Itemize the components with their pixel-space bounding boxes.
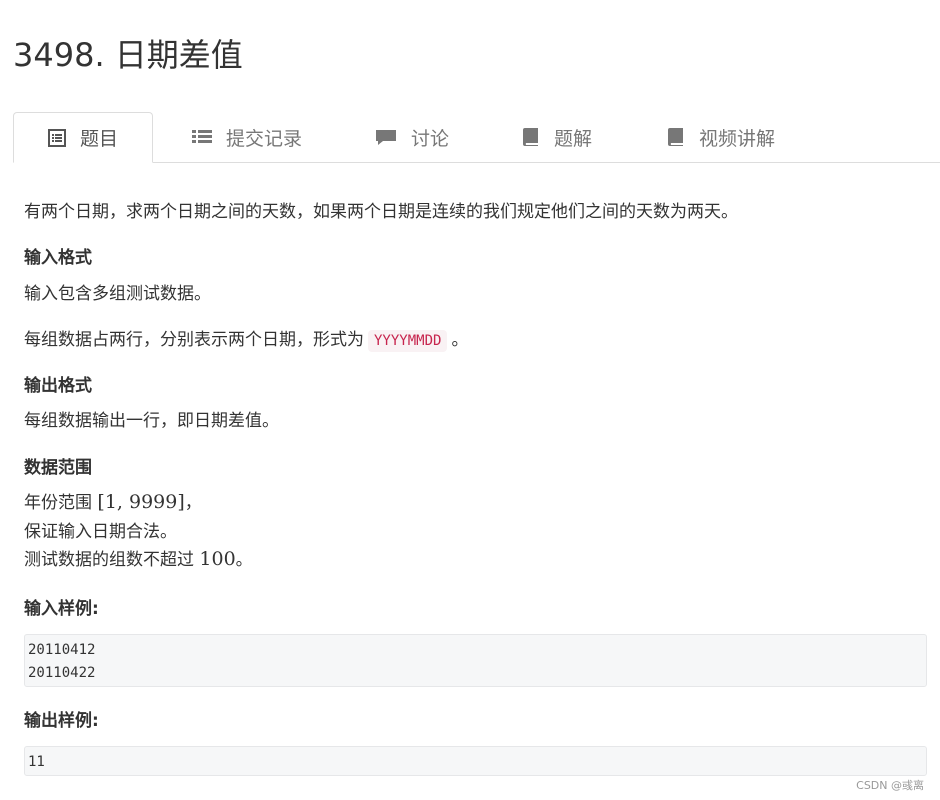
book-icon — [667, 127, 685, 147]
tab-video[interactable]: 视频讲解 — [667, 112, 775, 162]
page-title: 3498. 日期差值 — [13, 36, 243, 74]
sample-output-line: 11 — [28, 754, 45, 770]
range-valid-line: 保证输入日期合法。 — [24, 522, 177, 542]
tab-bar: 题目 提交记录 讨论 题解 视频讲解 — [13, 112, 940, 163]
sample-output-heading: 输出样例: — [24, 711, 99, 731]
output-format-line: 每组数据输出一行，即日期差值。 — [24, 411, 279, 431]
input-format-heading: 输入格式 — [24, 248, 92, 268]
list-icon — [192, 128, 212, 146]
tab-label: 视频讲解 — [699, 127, 776, 150]
tab-problem[interactable]: 题目 — [13, 112, 154, 163]
range-year-line: 年份范围 [1, 9999]， — [24, 488, 202, 513]
range-count-line: 测试数据的组数不超过 100。 — [24, 545, 253, 570]
range-count-punct: 。 — [235, 550, 253, 570]
tab-label: 题解 — [554, 127, 593, 150]
tab-submissions[interactable]: 提交记录 — [192, 112, 302, 162]
tab-label: 提交记录 — [226, 127, 303, 150]
tab-label: 讨论 — [411, 127, 450, 150]
book-icon — [522, 127, 540, 147]
data-range-heading: 数据范围 — [24, 458, 92, 478]
output-format-heading: 输出格式 — [24, 376, 92, 396]
year-range-math: [1, 9999] — [97, 491, 185, 513]
date-format-code: YYYYMMDD — [368, 330, 448, 352]
input-format-punct: 。 — [451, 330, 469, 350]
range-count-text: 测试数据的组数不超过 — [24, 550, 194, 570]
range-year-punct: ， — [184, 493, 202, 513]
sample-output-block[interactable]: 11 — [24, 746, 927, 776]
range-year-text: 年份范围 — [24, 493, 92, 513]
tab-label: 题目 — [80, 128, 119, 150]
tab-solutions[interactable]: 题解 — [522, 112, 592, 162]
sample-input-line: 20110412 — [28, 642, 96, 658]
count-limit-math: 100 — [199, 548, 236, 570]
input-format-text: 每组数据占两行，分别表示两个日期，形式为 — [24, 330, 364, 350]
sample-input-line: 20110422 — [28, 665, 96, 681]
list-alt-icon — [48, 128, 66, 147]
watermark: CSDN @彧离 — [856, 779, 924, 792]
sample-input-block[interactable]: 20110412 20110422 — [24, 634, 927, 687]
input-format-detail: 每组数据占两行，分别表示两个日期，形式为 YYYYMMDD。 — [24, 325, 468, 352]
tab-discussion[interactable]: 讨论 — [375, 112, 449, 162]
problem-description: 有两个日期，求两个日期之间的天数，如果两个日期是连续的我们规定他们之间的天数为两… — [24, 202, 738, 222]
input-format-line: 输入包含多组测试数据。 — [24, 284, 211, 304]
sample-input-heading: 输入样例: — [24, 599, 99, 619]
comment-icon — [375, 128, 397, 146]
